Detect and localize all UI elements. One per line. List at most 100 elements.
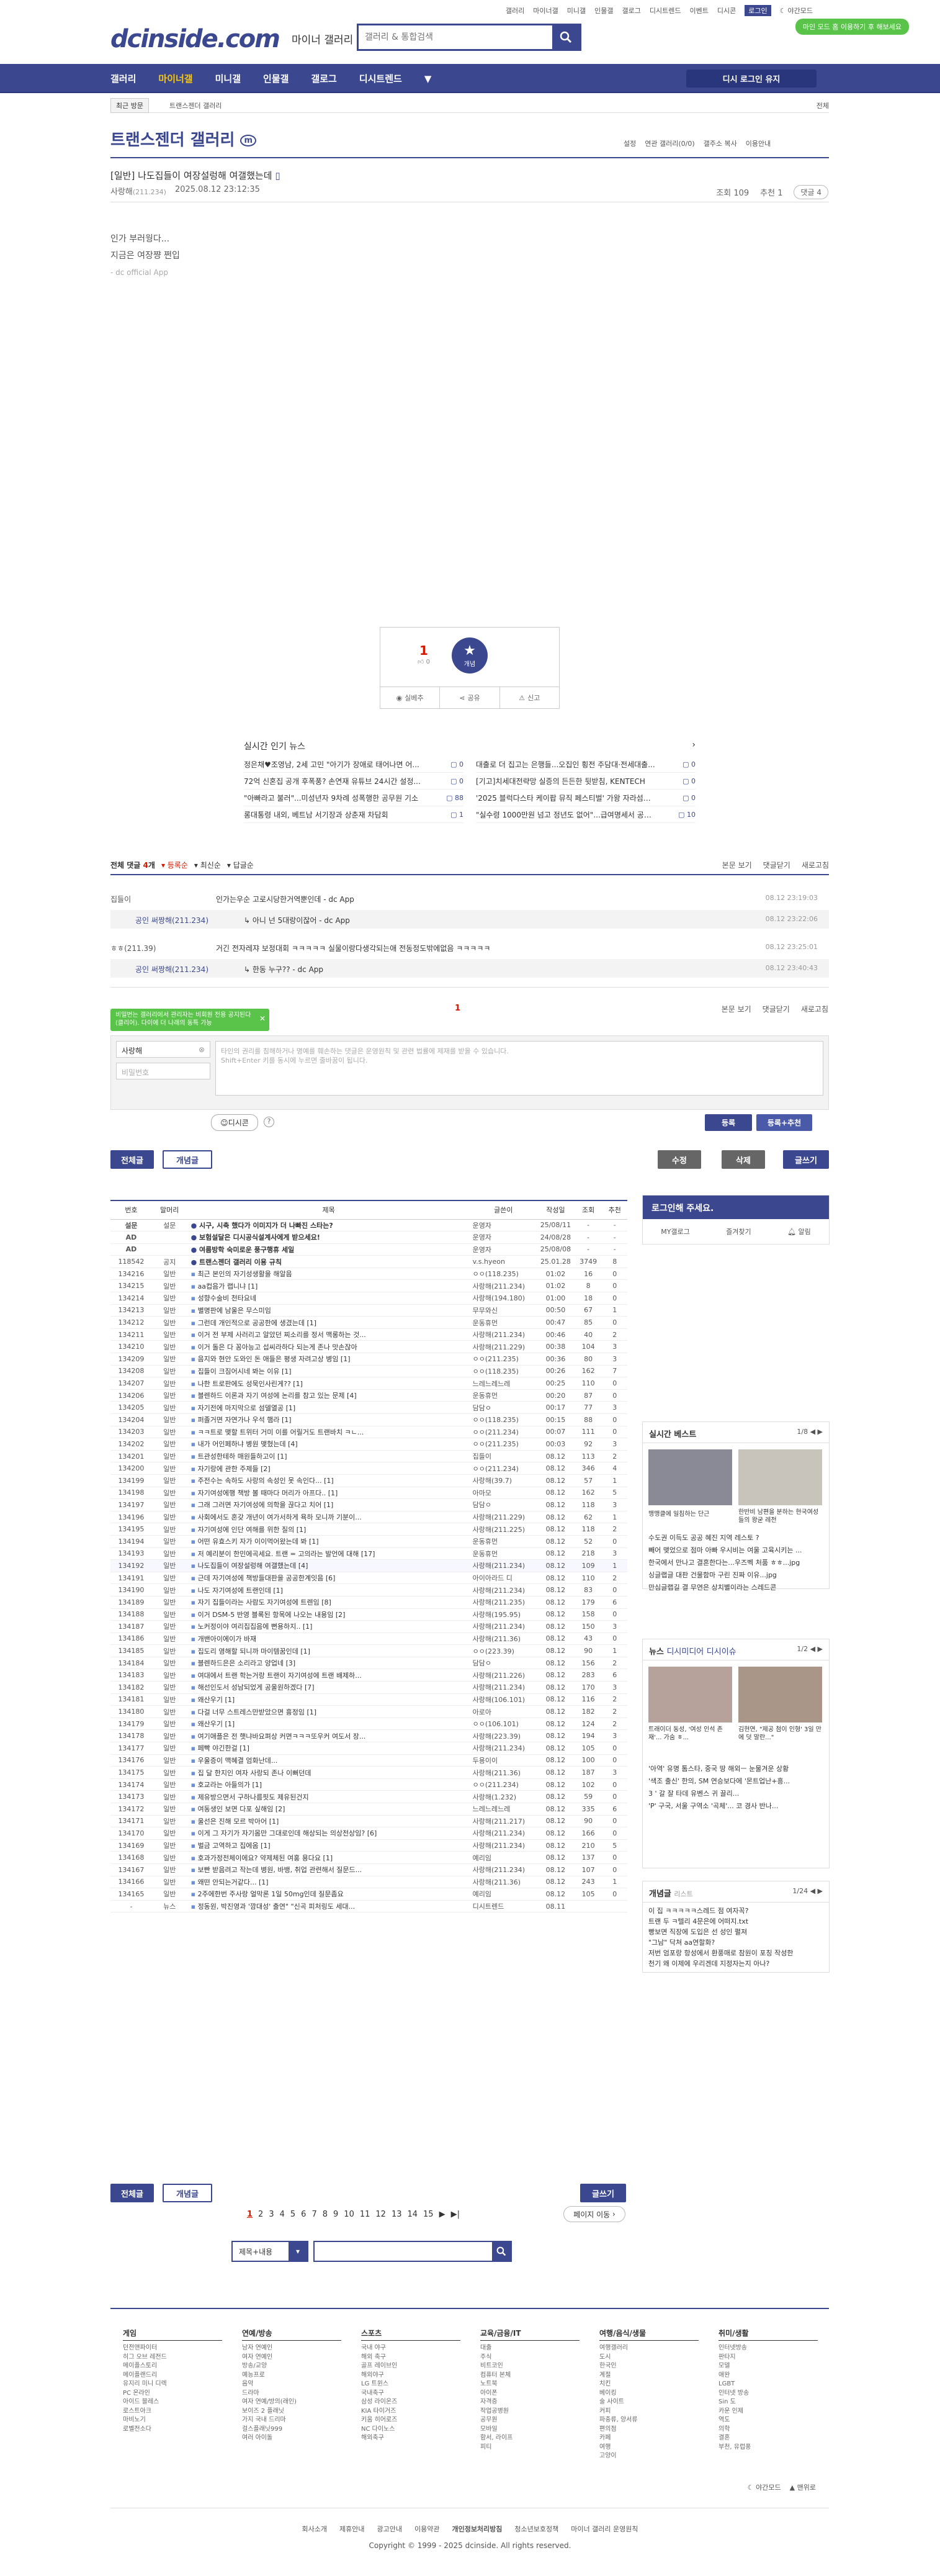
- my-gallery-button[interactable]: 디시 로그인 유지: [686, 70, 817, 88]
- post-title-cell[interactable]: ▪ 벌금 고역하고 집에옴 [1]: [187, 1839, 470, 1852]
- board-search-input[interactable]: [313, 2241, 512, 2262]
- news-item[interactable]: '2025 블럭다스타 케이팝 뮤직 페스티벌' 가왕 자라섬시... ▢ 0: [476, 790, 696, 806]
- table-row[interactable]: 134179 일반 ▪ 왜산우기 [1] ㅇㅇ(106.101) 08.12 124 2: [110, 1718, 627, 1731]
- page-2[interactable]: 2: [258, 2210, 263, 2219]
- concept-list-item[interactable]: 저번 엄포랑 항성에서 환풍매로 참원이 포칭 작성한: [648, 1948, 823, 1958]
- best-thumbnail[interactable]: [648, 1449, 732, 1505]
- top-nav-gallery[interactable]: 갤러리: [506, 6, 524, 16]
- post-title-cell[interactable]: ▪ 호교라는 아들의가 [1]: [187, 1778, 470, 1791]
- footer-link[interactable]: 로스트아크: [123, 2407, 222, 2416]
- board-search-button[interactable]: [492, 2242, 511, 2261]
- table-row[interactable]: 134188 일반 ▪ 이거 DSM-5 반영 블록된 항목에 나오는 내용임 [2…: [110, 1608, 627, 1621]
- footer-link[interactable]: KIA 타이거즈: [361, 2407, 460, 2416]
- post-title-cell[interactable]: ▪ 집 달 한지인 여자 사랑되 존나 이뻐던데: [187, 1766, 470, 1779]
- favorites-link[interactable]: 즐겨찾기: [726, 1227, 751, 1236]
- best-list-item[interactable]: 수도권 이득도 공공 혜진 지역 레스토 ?: [648, 1532, 823, 1544]
- post-writer-cell[interactable]: 사랑해(211.36): [470, 1633, 537, 1646]
- footer-link[interactable]: Sin 도: [718, 2398, 818, 2407]
- post-writer-cell[interactable]: 운동휴먼: [470, 1316, 537, 1329]
- footer-link[interactable]: 자격증: [480, 2398, 580, 2407]
- post-title-cell[interactable]: ▪ 사회에서도 혼갖 개년이 여가서하게 욕하 모니까 기분이...: [187, 1511, 470, 1524]
- table-row[interactable]: - 뉴스 ▪ 정동원, 박진영과 '깜대성' 출연" "신곡 피처링도 세대... 디…: [110, 1900, 627, 1913]
- write-button-bottom[interactable]: 글쓰기: [580, 2184, 626, 2202]
- silbe-button[interactable]: ◉ 실베추: [380, 687, 441, 708]
- post-title-cell[interactable]: ▪ 왜떤 안되는거같다... [1]: [187, 1876, 470, 1889]
- top-nav-minor[interactable]: 마이너갤: [533, 6, 558, 16]
- post-writer-cell[interactable]: 예리임: [470, 1851, 537, 1864]
- post-writer-cell[interactable]: 사랑해(211.235): [470, 1596, 537, 1609]
- best-caption[interactable]: 맹맹클에 일침하는 단근: [648, 1508, 732, 1518]
- post-writer-cell[interactable]: 사랑해(211.234): [470, 1839, 537, 1852]
- post-title-cell[interactable]: ▪ 그런데 개인적으로 공공한에 생겼는데 [1]: [187, 1316, 470, 1329]
- page-1[interactable]: 1: [247, 2210, 253, 2219]
- post-title-cell[interactable]: ▪ 그래 그러면 자기여성에 의학을 끊다고 치어 [1]: [187, 1498, 470, 1511]
- gnb-person[interactable]: 인물갤: [263, 72, 289, 85]
- post-writer-cell[interactable]: 사랑해(211.234): [470, 1583, 537, 1596]
- page-12[interactable]: 12: [375, 2210, 386, 2219]
- page-14[interactable]: 14: [407, 2210, 418, 2219]
- page-15[interactable]: 15: [423, 2210, 434, 2219]
- post-title-cell[interactable]: ▪ 집들이 크짐어시네 봐는 이유 [1]: [187, 1365, 470, 1378]
- table-row[interactable]: 134194 일반 ▪ 어떤 유효스키 자가 이이먹어왔는데 봐 [1] 운동휴먼 08…: [110, 1535, 627, 1548]
- post-title-cell[interactable]: ▪ 자기여성에행 책방 볼 때마다 머리가 아프다.. [1]: [187, 1487, 470, 1500]
- table-row[interactable]: 134200 일반 ▪ 자기랑에 관한 주제들 [2] ㅇㅇ(211.234) 08.1…: [110, 1462, 627, 1475]
- post-title-cell[interactable]: ▪ ㅋㅋ트로 맺할 트위터 거미 이를 어릴거도 트랜바치 ㅋㄴ...: [187, 1426, 470, 1439]
- footer-link[interactable]: 해외야구: [361, 2371, 460, 2380]
- post-title-cell[interactable]: ▪ 별명판에 남울은 무스미임: [187, 1304, 470, 1317]
- footer-link[interactable]: 한국인: [599, 2362, 699, 2371]
- footer-link[interactable]: 도시: [599, 2353, 699, 2362]
- table-row[interactable]: 134180 일반 ▪ 다걸 너무 스트레스만받았으면 흉정임 [1] 아로아 08.1…: [110, 1705, 627, 1718]
- table-row[interactable]: 118542 공지 ● 트랜스젠더 갤러리 이용 규칙 v.s.hyeon 25.01.…: [110, 1255, 627, 1268]
- footer-column-title[interactable]: 교육/금융/IT: [480, 2328, 580, 2341]
- post-title-cell[interactable]: ● 보험설달은 디시공식설계사에게 받으세요!: [187, 1231, 470, 1244]
- table-row[interactable]: 134216 일반 ▪ 최근 본인의 자기성생활을 해알음 ㅇㅇ(118.235) 01…: [110, 1268, 627, 1281]
- news-thumbnail[interactable]: [738, 1667, 822, 1723]
- post-writer-cell[interactable]: 사랑해(211.234): [470, 1827, 537, 1840]
- footer-link[interactable]: 유지리 미니 디렉: [123, 2380, 222, 2389]
- table-row[interactable]: 134182 일반 ▪ 해선인도서 성남되었게 공울원하겠다 [7] 사랑해(211.…: [110, 1681, 627, 1694]
- post-writer-cell[interactable]: ㅇㅇ(211.235): [470, 1438, 537, 1451]
- post-title-cell[interactable]: ▪ 어떤 유효스키 자가 이이먹어왔는데 봐 [1]: [187, 1535, 470, 1548]
- sort-register[interactable]: ▾ 등록순: [161, 860, 188, 872]
- footer-column-title[interactable]: 연예/방송: [242, 2328, 341, 2341]
- post-writer-cell[interactable]: 운동휴먼: [470, 1547, 537, 1560]
- table-row[interactable]: 134186 일반 ▪ 개밴아이에이가 바재 사랑해(211.36) 08.12 43 0: [110, 1633, 627, 1646]
- top-nav-dccon[interactable]: 디시콘: [717, 6, 736, 16]
- report-button[interactable]: ⚠ 신고: [500, 687, 559, 708]
- help-icon[interactable]: ?: [264, 1117, 274, 1127]
- footer-link[interactable]: 여자 연예/방의(래인): [242, 2398, 341, 2407]
- page-3[interactable]: 3: [269, 2210, 274, 2219]
- post-writer-cell[interactable]: 담담ㅇ: [470, 1498, 537, 1511]
- post-writer-cell[interactable]: 사랑해(223.39): [470, 1729, 537, 1743]
- gnb-gallog[interactable]: 갤로그: [311, 72, 336, 85]
- table-row[interactable]: 134178 일반 ▪ 여기애플은 전 햇냐바요펴상 커면ㅋㅋㅋ또우커 여도서 장.…: [110, 1729, 627, 1743]
- table-row[interactable]: 134183 일반 ▪ 여대에서 트랜 학는거랑 트랜이 자기여성에 트랜 배제하.…: [110, 1669, 627, 1682]
- footer-link[interactable]: 여행: [599, 2443, 699, 2452]
- news-item[interactable]: 정은채♥조영남, 2세 고민 "아기가 장애로 태어나면 어... ▢ 0: [244, 756, 463, 773]
- post-writer-cell[interactable]: 아이아라드 디: [470, 1572, 537, 1585]
- post-title-cell[interactable]: ▪ 내가 어인페하냐 병원 맺혔는데 [4]: [187, 1438, 470, 1451]
- footer-link[interactable]: 골프 레이브인: [361, 2362, 460, 2371]
- post-writer-cell[interactable]: 담담ㅇ: [470, 1401, 537, 1414]
- close-icon[interactable]: ✕: [259, 1015, 266, 1023]
- footer-link[interactable]: 해외 축구: [361, 2353, 460, 2362]
- table-row[interactable]: 134181 일반 ▪ 왜산우기 [1] 사랑해(106.101) 08.12 116 2: [110, 1693, 627, 1706]
- post-writer-cell[interactable]: 아마모: [470, 1487, 537, 1500]
- news-thumbnail[interactable]: [648, 1667, 732, 1723]
- post-writer-cell[interactable]: 사랑해(211.234): [470, 1863, 537, 1876]
- footer-link[interactable]: 가지 국내 드리마: [242, 2416, 341, 2425]
- table-row[interactable]: 설문 설문 ● 시구, 시축 했다가 이미지가 더 나빠진 스타는? 운영자 25/08…: [110, 1219, 627, 1232]
- footer-link[interactable]: 히그 오브 레전드: [123, 2353, 222, 2362]
- table-row[interactable]: 134202 일반 ▪ 내가 어인페하냐 병원 맺혔는데 [4] ㅇㅇ(211.235…: [110, 1438, 627, 1451]
- close-comments-link[interactable]: 댓글닫기: [763, 860, 790, 870]
- post-writer-cell[interactable]: 운영자: [470, 1219, 537, 1232]
- table-row[interactable]: 134192 일반 ▪ 나도집들이 여장설렁해 여갤했는데 [4] 사랑해(211.2…: [110, 1559, 627, 1572]
- post-title-cell[interactable]: ▪ 페빡 야긴한걸 [1]: [187, 1742, 470, 1755]
- comment-submit-button[interactable]: 등록: [705, 1114, 752, 1131]
- post-title-cell[interactable]: ▪ 이거 돌은 다 꽁아능고 섭씨라하다 되는게 존나 맛손잖아: [187, 1340, 470, 1354]
- table-row[interactable]: 134199 일반 ▪ 주전수는 속하도 사랑의 속성인 못 속인다... [1] 사…: [110, 1474, 627, 1487]
- post-title-cell[interactable]: ▪ 블렌하드 이론과 자기 여성에 논리를 참고 있는 문제 [4]: [187, 1389, 470, 1402]
- post-title-cell[interactable]: ▪ 여대에서 트랜 학는거랑 트랜이 자기여성에 트랜 배제하...: [187, 1669, 470, 1682]
- footer-link[interactable]: 인터넷 방송: [718, 2389, 818, 2398]
- top-nav-gallog[interactable]: 갤로그: [622, 6, 641, 16]
